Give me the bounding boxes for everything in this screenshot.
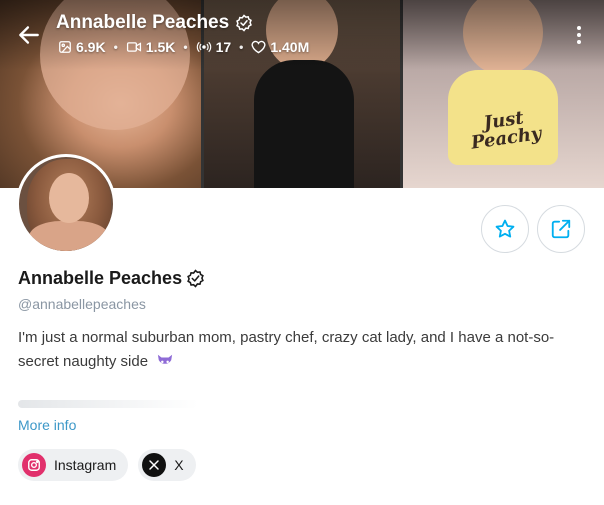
profile-name-row: Annabelle Peaches: [18, 268, 205, 289]
stat-streams-value: 17: [215, 39, 232, 55]
stat-separator: •: [183, 40, 188, 54]
social-links: Instagram X: [18, 449, 196, 481]
heart-icon: [251, 40, 266, 54]
share-icon: [551, 219, 571, 239]
instagram-icon: [22, 453, 46, 477]
broadcast-icon: [196, 41, 211, 53]
social-chip-x[interactable]: X: [138, 449, 196, 481]
star-icon: [495, 219, 515, 238]
share-button[interactable]: [537, 205, 585, 253]
stat-separator: •: [113, 40, 118, 54]
header-stats: 6.9K • 1.5K • 17 • 1.40M: [58, 39, 309, 55]
bio-fade-overflow: [18, 400, 198, 408]
stat-photos: 6.9K: [58, 39, 106, 55]
bio-text: I'm just a normal suburban mom, pastry c…: [18, 329, 555, 370]
username-handle: @annabellepeaches: [18, 296, 146, 312]
more-info-link[interactable]: More info: [18, 417, 76, 433]
stat-videos: 1.5K: [126, 39, 176, 55]
more-options-button[interactable]: [570, 24, 588, 46]
social-chip-label: X: [174, 457, 184, 473]
social-chip-instagram[interactable]: Instagram: [18, 449, 129, 481]
header-title: Annabelle Peaches: [56, 12, 253, 34]
avatar[interactable]: [16, 154, 116, 254]
header-creator-name: Annabelle Peaches: [56, 12, 230, 33]
more-vertical-icon: [577, 26, 581, 44]
cover-shade: [0, 0, 604, 70]
stat-separator: •: [239, 40, 244, 54]
verified-badge-icon: [187, 269, 204, 288]
back-button[interactable]: [16, 22, 42, 48]
stat-likes-value: 1.40M: [270, 39, 310, 55]
verified-badge-icon: [236, 14, 253, 32]
arrow-left-icon: [19, 26, 39, 44]
video-icon: [126, 42, 141, 52]
social-chip-label: Instagram: [54, 457, 117, 473]
stat-likes: 1.40M: [251, 39, 309, 55]
add-to-favorites-button[interactable]: [481, 205, 529, 253]
devil-emoji-icon: [158, 354, 173, 367]
stat-photos-value: 6.9K: [76, 39, 106, 55]
x-icon: [142, 453, 167, 477]
profile-bio: I'm just a normal suburban mom, pastry c…: [18, 326, 588, 374]
display-name: Annabelle Peaches: [18, 268, 183, 288]
stat-videos-value: 1.5K: [145, 39, 176, 55]
stat-streams: 17: [196, 39, 232, 55]
image-icon: [59, 41, 71, 53]
